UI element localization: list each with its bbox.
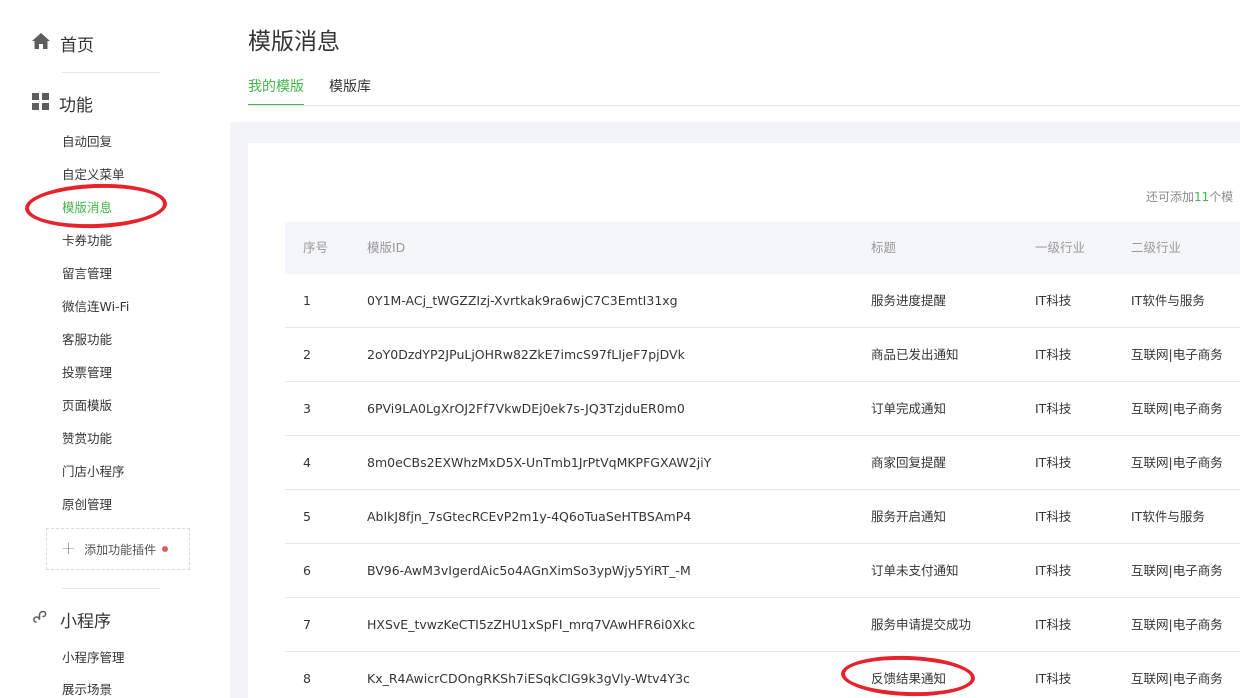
- cell-industry-secondary: 互联网|电子商务: [1131, 347, 1223, 362]
- cell-industry-secondary: 互联网|电子商务: [1131, 455, 1223, 470]
- cell-industry-primary: IT科技: [1035, 455, 1072, 470]
- sidebar-item-store-miniprogram[interactable]: 门店小程序: [62, 462, 125, 482]
- cell-industry-secondary: 互联网|电子商务: [1131, 401, 1223, 416]
- sidebar-item-original[interactable]: 原创管理: [62, 495, 112, 515]
- cell-no: 3: [303, 401, 311, 416]
- cell-no: 5: [303, 509, 311, 524]
- miniprogram-icon: [32, 608, 50, 630]
- sidebar-item-cards[interactable]: 卡券功能: [62, 231, 112, 251]
- cell-no: 7: [303, 617, 311, 632]
- cell-industry-primary: IT科技: [1035, 347, 1072, 362]
- cell-title: 反馈结果通知: [871, 671, 947, 686]
- sidebar-item-auto-reply[interactable]: 自动回复: [62, 132, 112, 152]
- tab-template-library[interactable]: 模版库: [329, 76, 371, 106]
- cell-industry-primary: IT科技: [1035, 617, 1072, 632]
- add-plugin-button[interactable]: + 添加功能插件: [46, 528, 190, 570]
- cell-template-id: BV96-AwM3vIgerdAic5o4AGnXimSo3ypWjy5YiRT…: [367, 563, 691, 578]
- cell-industry-secondary: 互联网|电子商务: [1131, 617, 1223, 632]
- sidebar-item-custom-menu[interactable]: 自定义菜单: [62, 165, 125, 185]
- sidebar-item-home[interactable]: 首页: [32, 30, 94, 56]
- plus-icon: +: [61, 538, 77, 559]
- cell-title: 服务进度提醒: [871, 293, 947, 308]
- header-template-id: 模版ID: [367, 240, 406, 255]
- table-row[interactable]: 7 HXSvE_tvwzKeCTI5zZHU1xSpFI_mrq7VAwHFR6…: [285, 598, 1240, 652]
- sidebar: 首页 功能 自动回复 自定义菜单 模版消息 卡券功能 留言管理 微信连Wi-Fi…: [0, 0, 230, 698]
- sidebar-divider: [62, 588, 160, 589]
- quota-suffix: 个模: [1209, 190, 1234, 204]
- table-row[interactable]: 2 2oY0DzdYP2JPuLjOHRw82ZkE7imcS97fLIjeF7…: [285, 328, 1240, 382]
- home-icon: [32, 33, 50, 53]
- table-row[interactable]: 1 0Y1M-ACj_tWGZZIzj-Xvrtkak9ra6wjC7C3Emt…: [285, 274, 1240, 328]
- cell-template-id: HXSvE_tvwzKeCTI5zZHU1xSpFI_mrq7VAwHFR6i0…: [367, 617, 696, 632]
- cell-no: 8: [303, 671, 311, 686]
- quota-prefix: 还可添加: [1146, 190, 1195, 204]
- template-table: 序号 模版ID 标题 一级行业 二级行业 1 0Y1M-ACj_tWGZZIzj…: [285, 222, 1240, 698]
- table-row[interactable]: 3 6PVi9LA0LgXrOJ2Ff7VkwDEj0ek7s-JQ3Tzjdu…: [285, 382, 1240, 436]
- cell-industry-primary: IT科技: [1035, 509, 1072, 524]
- cell-title: 商家回复提醒: [871, 455, 947, 470]
- sidebar-group-label: 功能: [59, 95, 93, 116]
- sidebar-divider: [62, 72, 160, 73]
- sidebar-item-display-scene[interactable]: 展示场景: [62, 680, 112, 698]
- sidebar-item-reward[interactable]: 赞赏功能: [62, 429, 112, 449]
- sidebar-item-voting[interactable]: 投票管理: [62, 363, 112, 383]
- cell-industry-primary: IT科技: [1035, 563, 1072, 578]
- notification-dot: [162, 546, 169, 552]
- cell-template-id: 6PVi9LA0LgXrOJ2Ff7VkwDEj0ek7s-JQ3TzjduER…: [367, 401, 685, 416]
- cell-template-id: AbIkJ8fjn_7sGtecRCEvP2m1y-4Q6oTuaSeHTBSA…: [367, 509, 692, 524]
- cell-industry-primary: IT科技: [1035, 671, 1072, 686]
- cell-template-id: Kx_R4AwicrCDOngRKSh7iESqkCIG9k3gVly-Wtv4…: [367, 671, 690, 686]
- cell-industry-secondary: 互联网|电子商务: [1131, 563, 1223, 578]
- add-plugin-label: 添加功能插件: [84, 542, 157, 557]
- cell-industry-secondary: IT软件与服务: [1131, 509, 1205, 524]
- tab-my-templates[interactable]: 我的模版: [248, 76, 304, 106]
- cell-industry-primary: IT科技: [1035, 401, 1072, 416]
- sidebar-item-miniprogram-manage[interactable]: 小程序管理: [62, 648, 125, 668]
- table-row[interactable]: 5 AbIkJ8fjn_7sGtecRCEvP2m1y-4Q6oTuaSeHTB…: [285, 490, 1240, 544]
- tabs-divider: [248, 105, 1240, 106]
- cell-template-id: 0Y1M-ACj_tWGZZIzj-Xvrtkak9ra6wjC7C3EmtI3…: [367, 293, 678, 308]
- header-industry-secondary: 二级行业: [1131, 240, 1182, 255]
- quota-text: 还可添加11个模: [1146, 188, 1233, 205]
- header-industry-primary: 一级行业: [1035, 240, 1086, 255]
- cell-no: 4: [303, 455, 311, 470]
- cell-no: 2: [303, 347, 311, 362]
- sidebar-home-label: 首页: [60, 35, 94, 56]
- table-header: 序号 模版ID 标题 一级行业 二级行业: [285, 222, 1240, 274]
- cell-title: 服务开启通知: [871, 509, 947, 524]
- sidebar-item-page-template[interactable]: 页面模版: [62, 396, 112, 416]
- cell-no: 6: [303, 563, 311, 578]
- cell-title: 商品已发出通知: [871, 347, 959, 362]
- table-row[interactable]: 4 8m0eCBs2EXWhzMxD5X-UnTmb1JrPtVqMKPFGXA…: [285, 436, 1240, 490]
- sidebar-group-miniprogram: 小程序: [32, 606, 111, 632]
- sidebar-item-wifi[interactable]: 微信连Wi-Fi: [62, 297, 129, 317]
- header-no: 序号: [303, 240, 329, 255]
- cell-template-id: 8m0eCBs2EXWhzMxD5X-UnTmb1JrPtVqMKPFGXAW2…: [367, 455, 712, 470]
- table-row[interactable]: 8 Kx_R4AwicrCDOngRKSh7iESqkCIG9k3gVly-Wt…: [285, 652, 1240, 698]
- page-title: 模版消息: [248, 29, 340, 55]
- sidebar-item-template-message[interactable]: 模版消息: [62, 198, 112, 218]
- sidebar-item-comments[interactable]: 留言管理: [62, 264, 112, 284]
- table-row[interactable]: 6 BV96-AwM3vIgerdAic5o4AGnXimSo3ypWjy5Yi…: [285, 544, 1240, 598]
- cell-title: 订单完成通知: [871, 401, 947, 416]
- cell-no: 1: [303, 293, 311, 308]
- cell-industry-primary: IT科技: [1035, 293, 1072, 308]
- cell-title: 订单未支付通知: [871, 563, 959, 578]
- cell-template-id: 2oY0DzdYP2JPuLjOHRw82ZkE7imcS97fLIjeF7pj…: [367, 347, 685, 362]
- grid-icon: [32, 92, 49, 114]
- main-header: [230, 0, 1240, 122]
- sidebar-item-customer-service[interactable]: 客服功能: [62, 330, 112, 350]
- quota-count: 11: [1194, 190, 1210, 204]
- sidebar-group-features: 功能: [32, 90, 93, 116]
- sidebar-group-label: 小程序: [60, 611, 111, 632]
- header-title: 标题: [871, 240, 897, 255]
- cell-industry-secondary: IT软件与服务: [1131, 293, 1205, 308]
- cell-title: 服务申请提交成功: [871, 617, 972, 632]
- cell-industry-secondary: 互联网|电子商务: [1131, 671, 1223, 686]
